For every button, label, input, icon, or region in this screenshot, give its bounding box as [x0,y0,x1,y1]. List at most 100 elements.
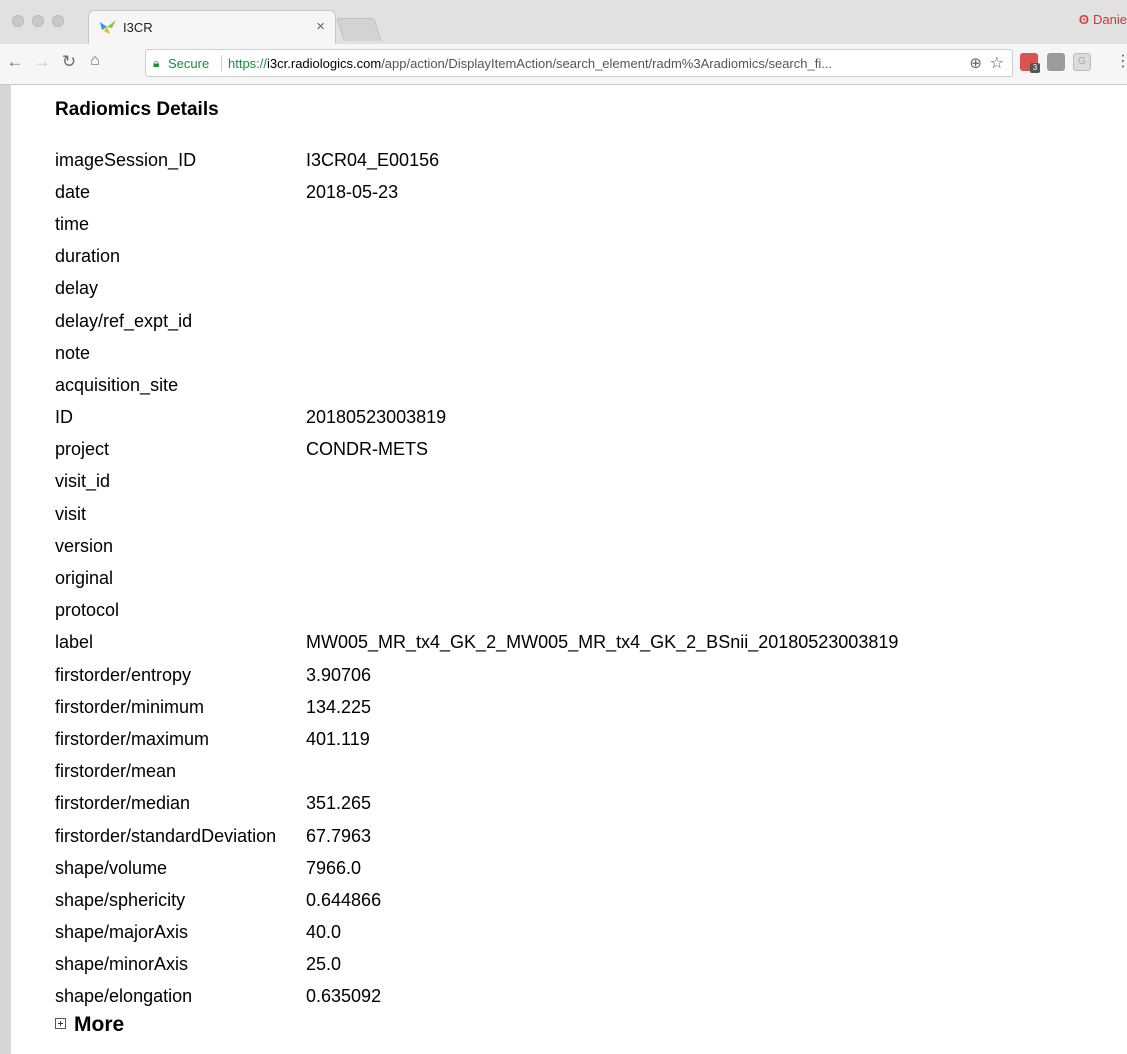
detail-row: visit [55,498,898,530]
url-path: /app/action/DisplayItemAction/search_ele… [381,56,833,71]
detail-key: protocol [55,600,120,621]
detail-value: 3.90706 [306,664,372,685]
detail-value [306,305,898,337]
detail-row: project CONDR-METS [55,434,898,466]
detail-key: visit_id [55,471,111,492]
detail-row: visit_id [55,466,898,498]
detail-row: time [55,208,898,240]
detail-row: shape/minorAxis 25.0 [55,949,898,981]
detail-row: shape/majorAxis 40.0 [55,917,898,949]
detail-row: delay [55,273,898,305]
back-arrow-icon[interactable]: ← [5,52,25,72]
detail-row: label MW005_MR_tx4_GK_2_MW005_MR_tx4_GK_2… [55,627,898,659]
new-tab-button[interactable] [336,18,382,41]
extension-badge: 3 [1030,63,1040,73]
detail-value [306,466,898,498]
address-separator [221,55,222,71]
detail-row: shape/elongation 0.635092 [55,981,898,1013]
detail-key: delay/ref_expt_id [55,310,193,331]
detail-value [306,562,898,594]
detail-value [306,241,898,273]
tab-title: I3CR [123,20,153,35]
detail-value: 7966.0 [306,857,362,878]
secure-label: Secure [168,56,210,71]
i3cr-favicon-icon [100,20,116,34]
detail-value [306,595,898,627]
detail-value: 401.119 [306,728,370,749]
detail-row: shape/sphericity 0.644866 [55,884,898,916]
detail-row: note [55,337,898,369]
zoom-icon[interactable]: ⊕ [969,54,982,72]
detail-value: 25.0 [306,954,342,975]
extension-icon-2[interactable] [1047,53,1065,71]
extension-icon-1[interactable]: 3 [1020,53,1040,73]
sync-error-icon: ʘ [1078,12,1090,27]
browser-menu-icon[interactable]: ⋮ [1115,51,1127,71]
detail-row: firstorder/minimum 134.225 [55,691,898,723]
detail-key: shape/majorAxis [55,922,189,943]
detail-key: firstorder/entropy [55,664,192,685]
detail-value [306,498,898,530]
profile-button[interactable]: ʘ Danie [1079,12,1127,27]
reload-icon[interactable]: ↻ [59,52,79,72]
detail-value [306,273,898,305]
detail-value [306,530,898,562]
detail-key: firstorder/standardDeviation [55,825,277,846]
expand-plus-icon[interactable] [55,1018,66,1029]
detail-key: firstorder/maximum [55,728,210,749]
detail-value: 2018-05-23 [306,181,399,202]
home-icon[interactable]: ⌂ [85,52,105,70]
detail-row: duration [55,241,898,273]
detail-row: firstorder/maximum 401.119 [55,723,898,755]
detail-row: firstorder/standardDeviation 67.7963 [55,820,898,852]
detail-key: shape/minorAxis [55,954,189,975]
window-left-edge [0,0,11,1054]
detail-value [306,369,898,401]
window-minimize-button[interactable] [32,15,44,27]
detail-value: CONDR-METS [306,439,428,460]
detail-value: 40.0 [306,922,342,943]
forward-arrow-icon[interactable]: → [32,52,52,72]
tab-close-icon[interactable]: × [316,18,325,35]
detail-key: original [55,568,114,589]
detail-key: firstorder/mean [55,761,177,782]
detail-value: 0.644866 [306,889,382,910]
extension-icon-3[interactable]: G [1073,53,1091,71]
detail-row: version [55,530,898,562]
url-scheme: https:// [228,56,268,71]
detail-key: shape/elongation [55,986,193,1007]
radiomics-details-table: imageSession_ID I3CR04_E00156 date 2018-05-… [55,144,898,1013]
detail-key: firstorder/median [55,793,191,814]
more-label: More [74,1013,125,1036]
detail-row: firstorder/mean [55,756,898,788]
detail-key: note [55,342,91,363]
window-zoom-button[interactable] [52,15,64,27]
detail-value: 20180523003819 [306,407,447,428]
detail-row: delay/ref_expt_id [55,305,898,337]
detail-value [306,208,898,240]
detail-key: visit [55,503,86,524]
detail-key: delay [55,278,99,299]
detail-row: firstorder/median 351.265 [55,788,898,820]
detail-row: ID 20180523003819 [55,402,898,434]
detail-value [306,756,898,788]
detail-key: version [55,535,114,556]
detail-key: shape/volume [55,857,168,878]
detail-value: 351.265 [306,793,372,814]
detail-key: imageSession_ID [55,149,197,170]
browser-tab[interactable]: I3CR × [88,10,336,44]
browser-toolbar: ← → ↻ ⌂ 🔒︎ Secure https://i3cr.radiologi… [0,44,1127,84]
detail-key: date [55,181,91,202]
address-bar[interactable]: 🔒︎ Secure https://i3cr.radiologics.com/a… [145,49,1013,77]
detail-key: shape/sphericity [55,889,186,910]
detail-value: 0.635092 [306,986,382,1007]
tab-strip: I3CR × ʘ Danie [0,0,1127,44]
detail-row: date 2018-05-23 [55,176,898,208]
bookmark-star-icon[interactable]: ☆ [990,53,1004,73]
detail-key: acquisition_site [55,374,179,395]
detail-key: project [55,439,110,460]
window-close-button[interactable] [12,15,24,27]
lock-icon: 🔒︎ [153,56,160,70]
more-toggle[interactable]: More [55,1013,124,1037]
detail-row: acquisition_site [55,369,898,401]
